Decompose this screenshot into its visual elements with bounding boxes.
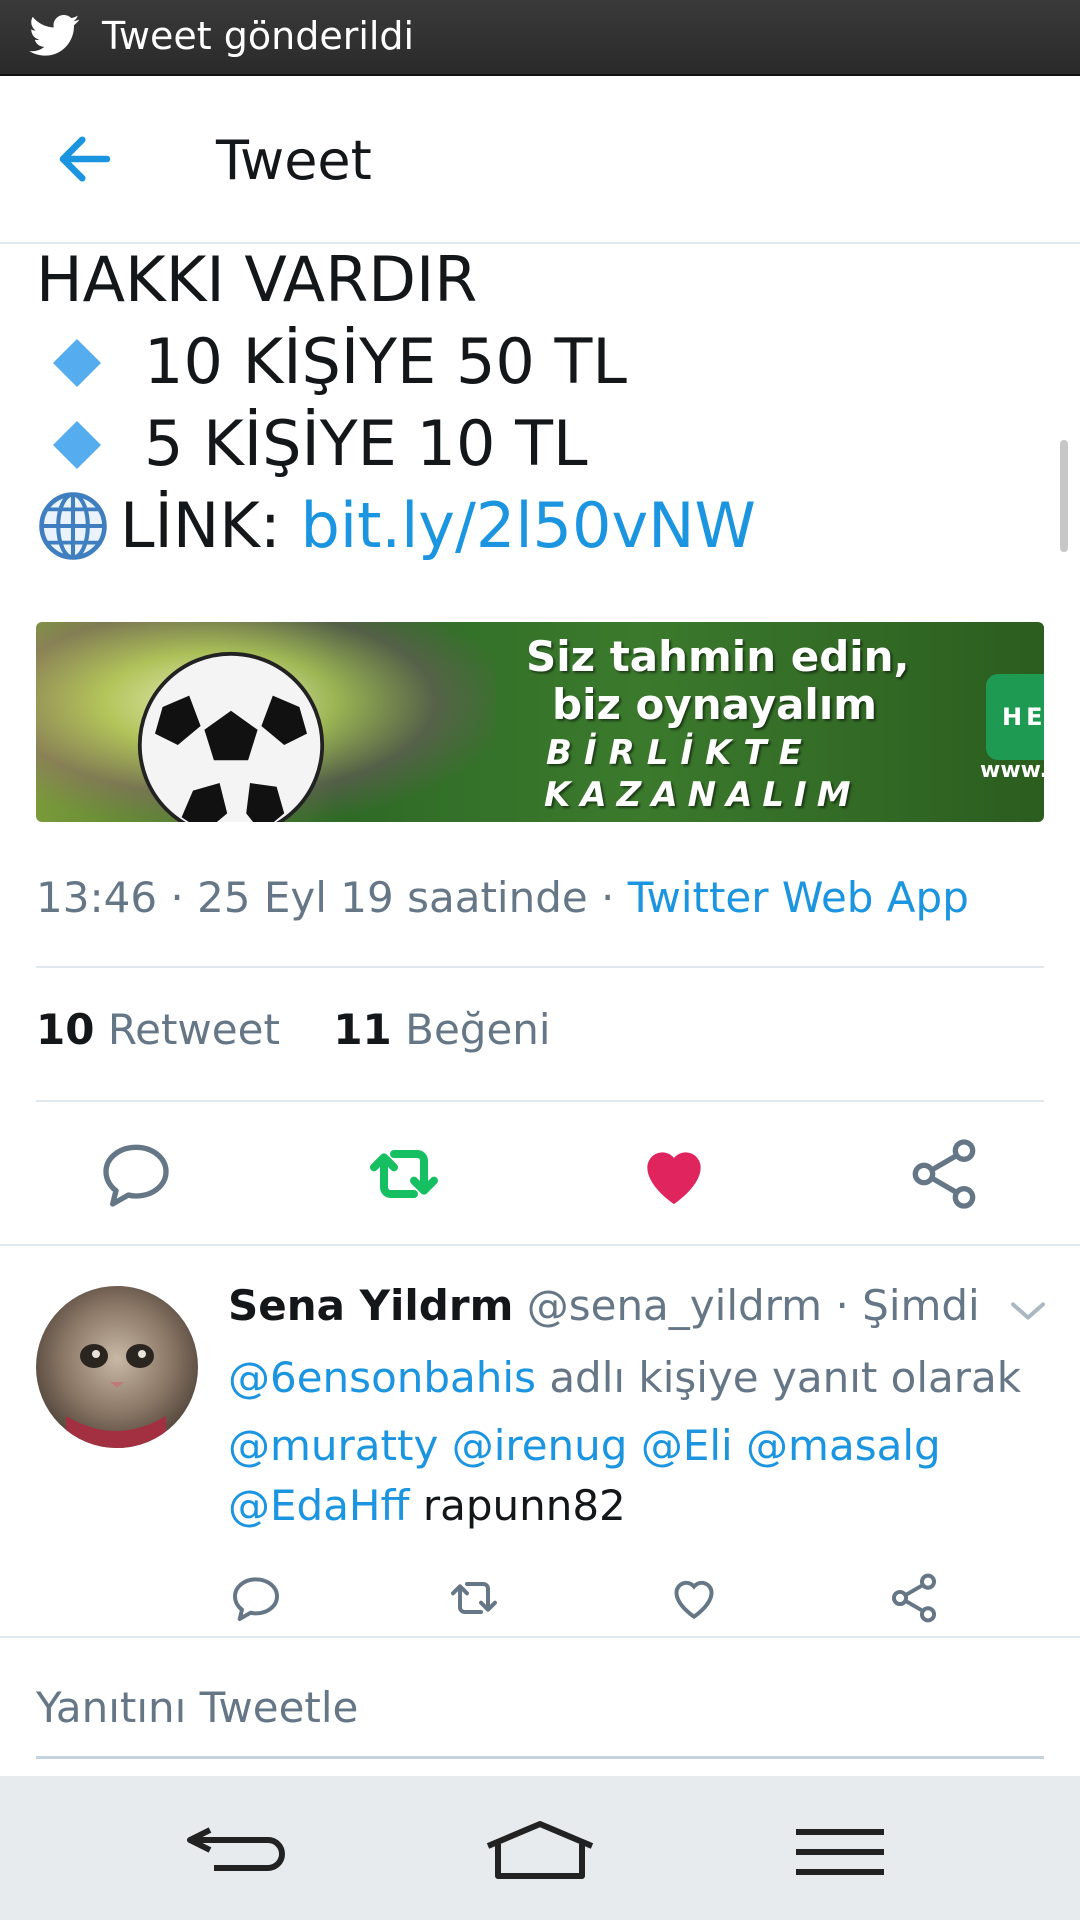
tweet-text: 5 KİŞİYE 10 TL [144,407,588,480]
tweet-stats: 10 Retweet 11 Beğeni [36,1002,551,1058]
tweet-text-line: 10 KİŞİYE 50 TL [36,322,627,402]
reply-context-text: adlı kişiye yanıt olarak [549,1353,1022,1402]
menu-nav-icon[interactable] [790,1822,890,1882]
banner-line-1: Siz tahmin edin, [526,632,910,681]
tweet-link-line: LİNK: bit.ly/2l50vNW [36,486,756,571]
retweet-icon[interactable] [364,1134,444,1214]
reply-author-name[interactable]: Sena Yildrm [228,1281,513,1330]
chevron-down-icon[interactable] [1008,1296,1048,1326]
likes-count: 11 [333,1005,392,1054]
banner-url: www.e [980,758,1044,783]
mention-link[interactable]: @muratty [228,1421,438,1470]
banner-cta-button[interactable]: HEMEN [986,674,1044,760]
system-nav-bar [0,1776,1080,1920]
twitter-bird-icon [29,15,80,56]
tweet-source-link[interactable]: Twitter Web App [628,873,969,922]
mention-link[interactable]: @6ensonbahis [228,1353,536,1402]
reply-composer[interactable]: Yanıtını Tweetle [36,1680,358,1736]
tweet-text-line: HAKKI VARDIR [36,240,477,320]
globe-icon [39,492,107,560]
mention-link[interactable]: @EdaHff [228,1481,409,1530]
tweet-meta: 13:46 · 25 Eyl 19 saatinde · Twitter Web… [36,870,969,926]
blue-diamond-icon [52,420,102,469]
tweet-text: 10 KİŞİYE 50 TL [144,325,627,398]
app-header: Tweet [0,76,1080,244]
share-icon[interactable] [904,1134,984,1214]
scrollbar[interactable] [1060,440,1068,552]
retweets-stat[interactable]: 10 Retweet [36,1005,280,1054]
banner-line-3: BİRLİKTE [546,733,814,773]
blue-diamond-icon [52,338,102,387]
section-divider [0,1244,1080,1246]
likes-label: Beğeni [405,1005,551,1054]
divider [0,1636,1080,1638]
tweet-text-line: 5 KİŞİYE 10 TL [36,404,588,484]
tweet-timestamp: 13:46 · 25 Eyl 19 saatinde · [36,873,628,922]
reply-text-line: @EdaHff rapunn82 [228,1476,626,1536]
arrow-left-icon[interactable] [52,126,118,192]
retweet-icon[interactable] [446,1570,502,1626]
home-nav-icon[interactable] [480,1816,600,1886]
mention-link[interactable]: @irenug [452,1421,628,1470]
reply-author-handle[interactable]: @sena_yildrm [527,1281,822,1330]
link-label: LİNK: [120,489,281,562]
reply-text-line: @muratty @irenug @Eli @masalg [228,1416,941,1476]
page-title: Tweet [216,129,372,192]
likes-stat[interactable]: 11 Beğeni [333,1005,550,1054]
reply-context: @6ensonbahis adlı kişiye yanıt olarak [228,1348,1021,1408]
banner-line-2: biz oynayalım [552,680,877,729]
composer-underline [36,1756,1044,1759]
tweet-media-image[interactable]: Siz tahmin edin, biz oynayalım BİRLİKTE … [36,622,1044,822]
share-icon[interactable] [886,1570,942,1626]
tweet-text: HAKKI VARDIR [36,243,478,316]
reply-icon[interactable] [96,1134,176,1214]
reply-time: Şimdi [862,1281,980,1330]
divider [36,1100,1044,1102]
mention-link[interactable]: @Eli [641,1421,733,1470]
avatar[interactable] [36,1286,198,1448]
retweets-count: 10 [36,1005,95,1054]
reply-icon[interactable] [228,1570,284,1626]
reply-header: Sena Yildrm @sena_yildrm · Şimdi [228,1281,980,1330]
tweet-link[interactable]: bit.ly/2l50vNW [300,489,755,562]
retweets-label: Retweet [107,1005,280,1054]
like-icon[interactable] [666,1570,722,1626]
back-nav-icon[interactable] [180,1816,292,1886]
cat-avatar-image [66,1344,166,1448]
divider [36,966,1044,968]
mention-link[interactable]: @masalg [746,1421,941,1470]
like-icon[interactable] [634,1134,714,1214]
notification-text: Tweet gönderildi [102,14,415,58]
banner-line-4: KAZANALIM [544,775,861,815]
status-bar: Tweet gönderildi [0,0,1080,76]
soccer-ball-icon [137,651,325,822]
reply-text: rapunn82 [422,1481,626,1530]
